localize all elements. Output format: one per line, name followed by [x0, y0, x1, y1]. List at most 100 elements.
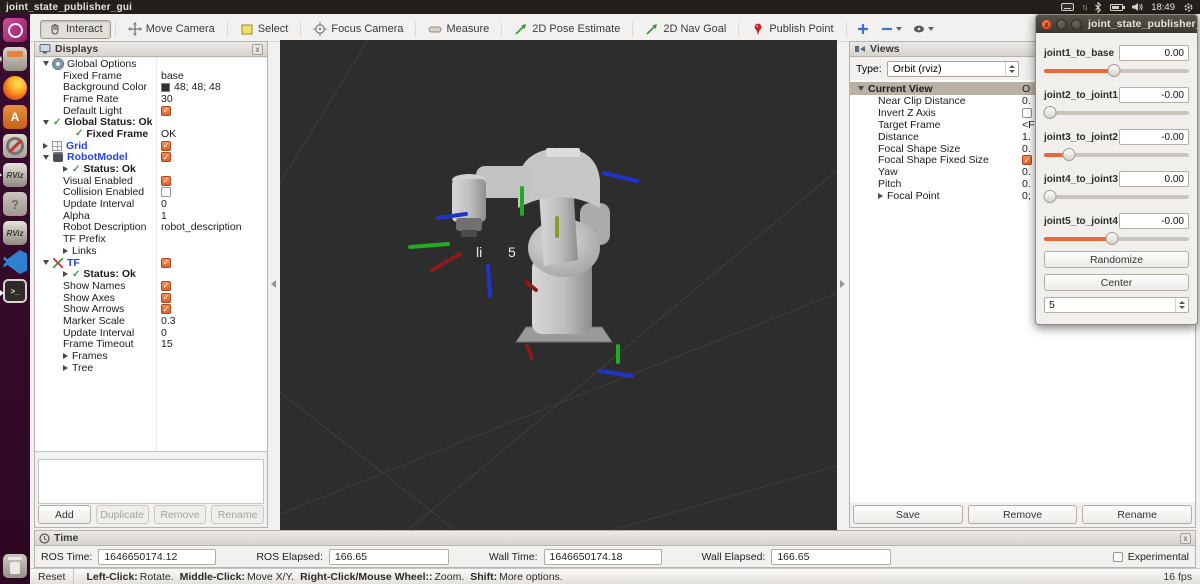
tool-2d-nav-goal[interactable]: 2D Nav Goal [637, 20, 734, 39]
time-close-icon[interactable]: x [1180, 533, 1191, 544]
expanded-arrow-icon[interactable] [43, 61, 49, 66]
property-row[interactable]: Collision Enabled [35, 187, 267, 199]
joint-value-field[interactable]: -0.00 [1119, 213, 1189, 229]
joint-slider-joint2-to-joint1[interactable] [1044, 106, 1189, 119]
joint-slider-joint5-to-joint4[interactable] [1044, 232, 1189, 245]
spinbox-arrows-icon[interactable] [1175, 298, 1188, 312]
tool-move-camera[interactable]: Move Camera [120, 20, 223, 39]
checkbox-checked[interactable]: ✓ [161, 176, 171, 186]
launcher-item-terminal[interactable]: >_ [3, 279, 27, 303]
launcher-item-software[interactable]: A [3, 105, 27, 129]
property-row[interactable]: Update Interval0 [35, 327, 267, 339]
tool-properties-button[interactable] [907, 20, 939, 38]
collapsed-arrow-icon[interactable] [63, 271, 68, 277]
launcher-item-rviz-2[interactable]: RViz [3, 221, 27, 245]
property-row[interactable]: Background Color48; 48; 48 [35, 81, 267, 93]
tool-measure[interactable]: Measure [420, 20, 497, 39]
checkbox-checked[interactable]: ✓ [1022, 155, 1032, 165]
property-row[interactable]: Frame Rate30 [35, 93, 267, 105]
property-row[interactable]: Visual Enabled✓ [35, 175, 267, 187]
expanded-arrow-icon[interactable] [43, 260, 49, 265]
center-button[interactable]: Center [1044, 274, 1189, 291]
property-row[interactable]: TF Prefix [35, 233, 267, 245]
close-button[interactable]: x [1041, 19, 1052, 30]
property-row[interactable]: Robot Descriptionrobot_description [35, 222, 267, 234]
property-row[interactable]: Global Options [35, 58, 267, 70]
expanded-arrow-icon[interactable] [43, 155, 49, 160]
collapsed-arrow-icon[interactable] [43, 143, 48, 149]
displays-close-icon[interactable]: x [252, 44, 263, 55]
property-row[interactable]: Grid✓ [35, 140, 267, 152]
duplicate-button[interactable]: Duplicate [96, 505, 149, 524]
joint-value-field[interactable]: -0.00 [1119, 87, 1189, 103]
add-tool-button[interactable] [851, 20, 875, 38]
property-row[interactable]: ✓Fixed FrameOK [35, 128, 267, 140]
property-row[interactable]: Fixed Framebase [35, 70, 267, 82]
battery-icon[interactable] [1110, 4, 1123, 11]
tool-focus-camera[interactable]: Focus Camera [305, 20, 411, 39]
panel-collapse-arrow-right[interactable] [840, 280, 845, 288]
remove-tool-button[interactable] [875, 20, 907, 38]
launcher-item-trash[interactable] [3, 554, 27, 578]
tool-2d-pose-estimate[interactable]: 2D Pose Estimate [506, 20, 628, 39]
collapsed-arrow-icon[interactable] [878, 193, 883, 199]
checkbox-checked[interactable]: ✓ [161, 106, 171, 116]
property-row[interactable]: Links [35, 245, 267, 257]
launcher-item-ubuntu[interactable] [3, 18, 27, 42]
property-row[interactable]: Alpha1 [35, 210, 267, 222]
checkbox-checked[interactable]: ✓ [161, 304, 171, 314]
volume-icon[interactable] [1131, 2, 1143, 12]
network-icon[interactable]: ↑↓ [1082, 2, 1087, 12]
panel-collapse-arrow-left[interactable] [271, 280, 276, 288]
property-row[interactable]: Frame Timeout15 [35, 339, 267, 351]
time-field-value[interactable]: 166.65 [771, 549, 891, 565]
joint-window-titlebar[interactable]: x joint_state_publisher_gui [1036, 15, 1197, 33]
property-row[interactable]: Update Interval0 [35, 198, 267, 210]
slider-handle[interactable] [1107, 64, 1120, 77]
property-row[interactable]: RobotModel✓ [35, 152, 267, 164]
joint-slider-joint3-to-joint2[interactable] [1044, 148, 1189, 161]
property-row[interactable]: Tree [35, 362, 267, 374]
steps-spinbox[interactable]: 5 [1044, 297, 1189, 313]
joint-value-field[interactable]: -0.00 [1119, 129, 1189, 145]
combo-spinner-icon[interactable] [1005, 62, 1018, 76]
property-row[interactable]: ✓Status: Ok [35, 163, 267, 175]
collapsed-arrow-icon[interactable] [63, 365, 68, 371]
joint-value-field[interactable]: 0.00 [1119, 171, 1189, 187]
checkbox-checked[interactable]: ✓ [161, 293, 171, 303]
launcher-item-help[interactable]: ? [3, 192, 27, 216]
rename-button[interactable]: Rename [1082, 505, 1192, 524]
property-row[interactable]: Default Light✓ [35, 105, 267, 117]
minimize-button[interactable] [1056, 19, 1067, 30]
launcher-item-files[interactable] [3, 47, 27, 71]
slider-handle[interactable] [1043, 190, 1056, 203]
time-field-value[interactable]: 1646650174.18 [544, 549, 662, 565]
remove-button[interactable]: Remove [968, 505, 1078, 524]
collapsed-arrow-icon[interactable] [63, 353, 68, 359]
property-row[interactable]: Frames [35, 350, 267, 362]
save-button[interactable]: Save [853, 505, 963, 524]
joint-slider-joint4-to-joint3[interactable] [1044, 190, 1189, 203]
checkbox-checked[interactable]: ✓ [161, 258, 171, 268]
tool-interact[interactable]: Interact [40, 20, 111, 39]
expanded-arrow-icon[interactable] [858, 86, 864, 91]
property-row[interactable]: ✓Global Status: Ok [35, 116, 267, 128]
add-button[interactable]: Add [38, 505, 91, 524]
checkbox-checked[interactable]: ✓ [161, 141, 171, 151]
tool-publish-point[interactable]: Publish Point [743, 20, 841, 39]
time-field-value[interactable]: 1646650174.12 [98, 549, 216, 565]
launcher-item-rviz[interactable]: RViz [3, 163, 27, 187]
tool-select[interactable]: Select [232, 20, 297, 39]
joint-slider-joint1-to-base[interactable] [1044, 64, 1189, 77]
maximize-button[interactable] [1071, 19, 1082, 30]
time-field-value[interactable]: 166.65 [329, 549, 449, 565]
randomize-button[interactable]: Randomize [1044, 251, 1189, 268]
remove-button[interactable]: Remove [154, 505, 207, 524]
checkbox-checked[interactable]: ✓ [161, 152, 171, 162]
collapsed-arrow-icon[interactable] [63, 248, 68, 254]
keyboard-icon[interactable] [1061, 3, 1074, 11]
property-row[interactable]: Marker Scale0.3 [35, 315, 267, 327]
joint-value-field[interactable]: 0.00 [1119, 45, 1189, 61]
property-row[interactable]: Show Arrows✓ [35, 303, 267, 315]
checkbox-unchecked[interactable] [161, 187, 171, 197]
